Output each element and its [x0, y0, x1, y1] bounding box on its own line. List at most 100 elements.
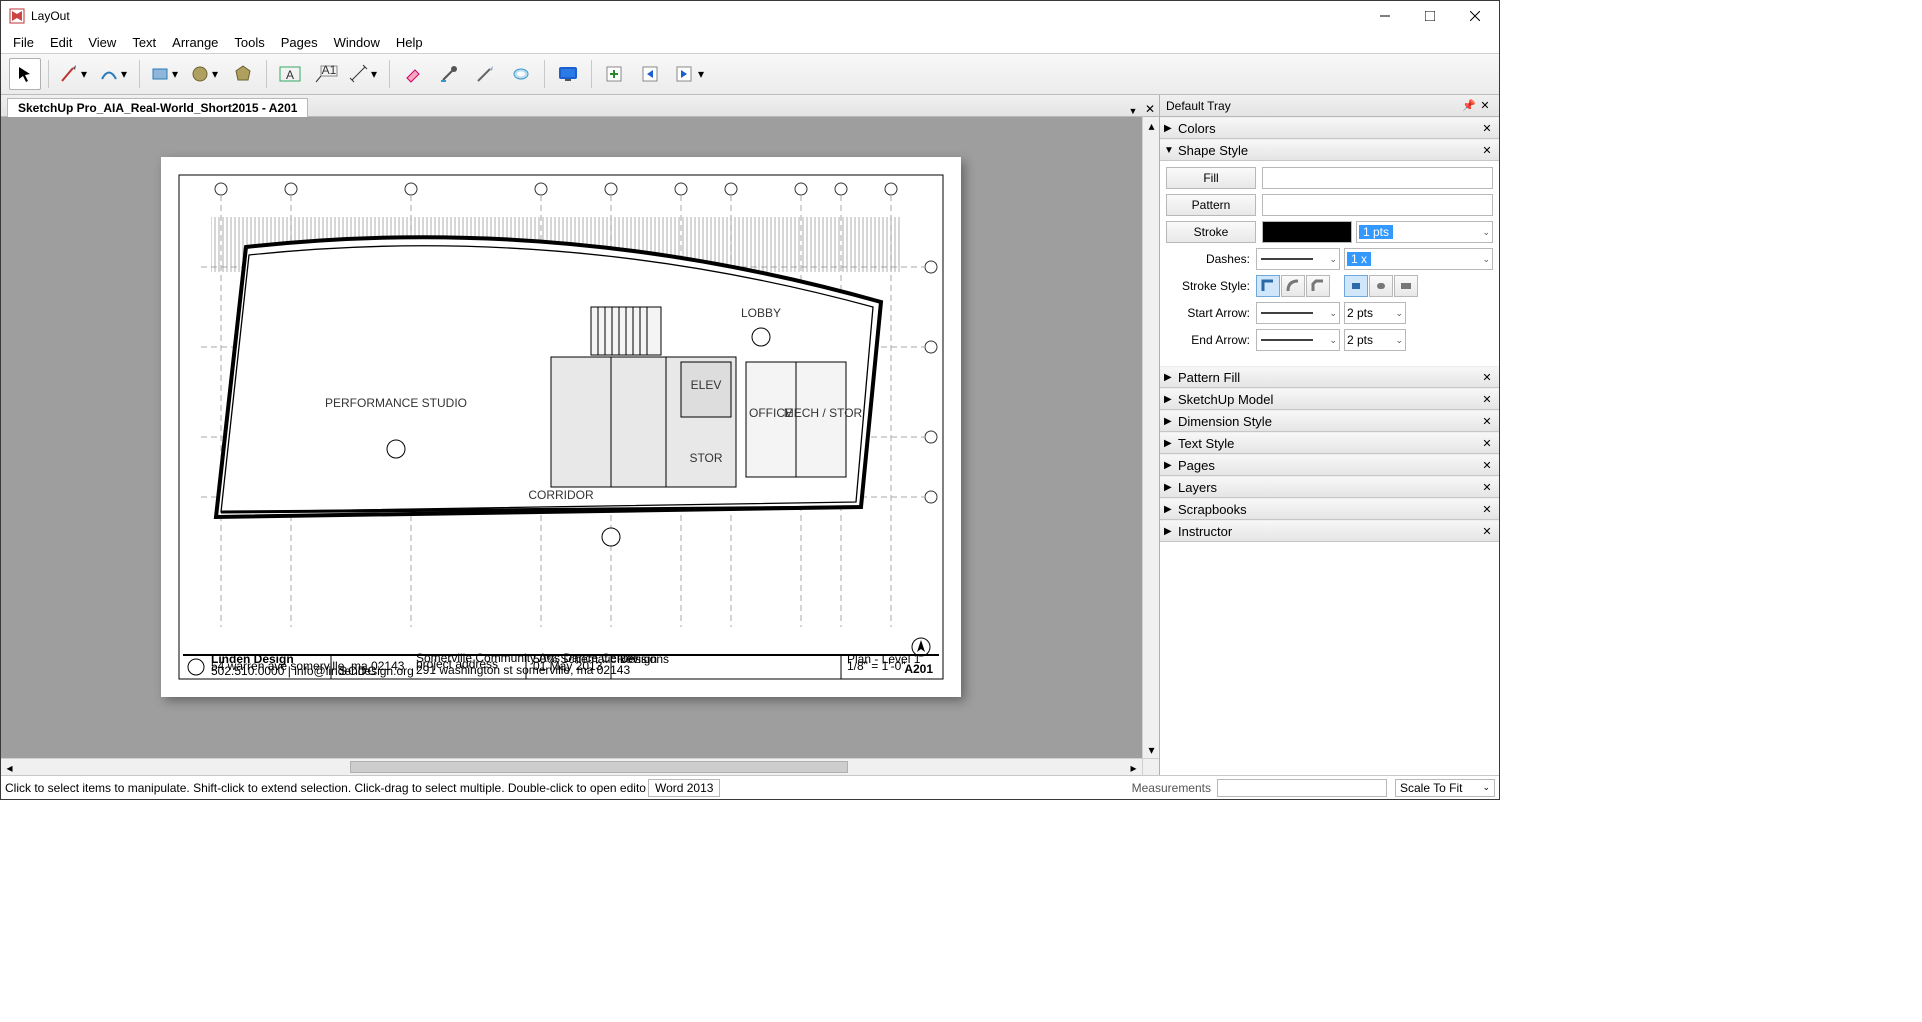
- fill-toggle[interactable]: Fill: [1166, 167, 1256, 189]
- close-button[interactable]: [1452, 1, 1497, 31]
- circle-tool[interactable]: ▾: [187, 58, 223, 90]
- join-tool[interactable]: [505, 58, 537, 90]
- canvas[interactable]: PERFORMANCE STUDIO CORRIDOR STOR ELEV LO…: [1, 117, 1142, 758]
- menu-help[interactable]: Help: [388, 33, 431, 52]
- scroll-down-icon[interactable]: ▾: [1143, 741, 1160, 758]
- stroke-toggle[interactable]: Stroke: [1166, 221, 1256, 243]
- app-icon: [9, 8, 25, 24]
- panel-colors[interactable]: ▶ Colors ✕: [1160, 117, 1499, 139]
- svg-text:A1: A1: [322, 64, 337, 77]
- close-icon[interactable]: ✕: [1479, 481, 1495, 494]
- panel-shape-style[interactable]: ▼ Shape Style ✕: [1160, 139, 1499, 161]
- close-icon[interactable]: ✕: [1479, 437, 1495, 450]
- prev-page-button[interactable]: [635, 58, 667, 90]
- presentation-tool[interactable]: [552, 58, 584, 90]
- stroke-swatch[interactable]: [1262, 221, 1352, 243]
- panel-pattern-fill[interactable]: ▶Pattern Fill✕: [1160, 366, 1499, 388]
- chevron-down-icon: ▾: [81, 67, 89, 81]
- close-icon[interactable]: ✕: [1479, 122, 1495, 135]
- stroke-width-combo[interactable]: 1 pts⌄: [1356, 221, 1493, 243]
- panel-sketchup-model[interactable]: ▶SketchUp Model✕: [1160, 388, 1499, 410]
- tab-close-button[interactable]: ✕: [1141, 102, 1159, 116]
- label-tool[interactable]: A1: [310, 58, 342, 90]
- pattern-swatch[interactable]: [1262, 194, 1493, 216]
- close-icon[interactable]: ✕: [1479, 371, 1495, 384]
- menu-file[interactable]: File: [5, 33, 42, 52]
- menu-arrange[interactable]: Arrange: [164, 33, 226, 52]
- scroll-thumb[interactable]: [350, 761, 848, 773]
- start-arrow-combo[interactable]: ⌄: [1256, 302, 1340, 324]
- menu-pages[interactable]: Pages: [273, 33, 326, 52]
- rectangle-tool[interactable]: ▾: [147, 58, 183, 90]
- pin-icon[interactable]: 📌: [1461, 99, 1477, 112]
- panel-instructor[interactable]: ▶Instructor✕: [1160, 520, 1499, 542]
- close-icon[interactable]: ✕: [1479, 415, 1495, 428]
- scroll-right-icon[interactable]: ▸: [1125, 759, 1142, 776]
- end-arrow-size-combo[interactable]: 2 pts⌄: [1344, 329, 1406, 351]
- horizontal-scrollbar[interactable]: ◂ ▸: [1, 758, 1142, 775]
- tab-list-dropdown[interactable]: ▼: [1125, 106, 1141, 116]
- issue-date: 01 May 2013: [533, 659, 603, 673]
- sheet-scale: 1/8" = 1'-0": [847, 659, 906, 673]
- dimension-tool[interactable]: ▾: [346, 58, 382, 90]
- document-tab[interactable]: SketchUp Pro_AIA_Real-World_Short2015 - …: [7, 98, 308, 117]
- split-tool[interactable]: [469, 58, 501, 90]
- scroll-up-icon[interactable]: ▴: [1143, 117, 1160, 134]
- close-icon[interactable]: ✕: [1477, 99, 1493, 112]
- zoom-combo[interactable]: Scale To Fit⌄: [1395, 779, 1495, 797]
- close-icon[interactable]: ✕: [1479, 393, 1495, 406]
- line-tool[interactable]: ▾: [56, 58, 92, 90]
- menu-bar: File Edit View Text Arrange Tools Pages …: [1, 31, 1499, 53]
- style-tool[interactable]: [433, 58, 465, 90]
- menu-view[interactable]: View: [80, 33, 124, 52]
- maximize-button[interactable]: [1407, 1, 1452, 31]
- panel-text-style[interactable]: ▶Text Style✕: [1160, 432, 1499, 454]
- dashes-label: Dashes:: [1166, 252, 1256, 266]
- room-label: MECH / STOR: [784, 406, 863, 420]
- measurements-input[interactable]: [1217, 779, 1387, 797]
- cap-square-toggle[interactable]: [1394, 275, 1418, 297]
- tooltip-popup: Word 2013: [648, 779, 720, 797]
- svg-text:A: A: [286, 68, 294, 82]
- next-page-button[interactable]: ▾: [671, 58, 709, 90]
- scroll-left-icon[interactable]: ◂: [1, 759, 18, 776]
- default-tray: Default Tray 📌 ✕ ▶ Colors ✕ ▼ Shape Styl…: [1159, 95, 1499, 775]
- menu-window[interactable]: Window: [326, 33, 388, 52]
- menu-edit[interactable]: Edit: [42, 33, 80, 52]
- corner-bevel-toggle[interactable]: [1306, 275, 1330, 297]
- panel-pages[interactable]: ▶Pages✕: [1160, 454, 1499, 476]
- project-title: SCDC: [339, 664, 377, 678]
- panel-scrapbooks[interactable]: ▶Scrapbooks✕: [1160, 498, 1499, 520]
- end-arrow-combo[interactable]: ⌄: [1256, 329, 1340, 351]
- pattern-toggle[interactable]: Pattern: [1166, 194, 1256, 216]
- add-page-button[interactable]: [599, 58, 631, 90]
- drawing-page[interactable]: PERFORMANCE STUDIO CORRIDOR STOR ELEV LO…: [161, 157, 961, 697]
- eraser-tool[interactable]: [397, 58, 429, 90]
- close-icon[interactable]: ✕: [1479, 459, 1495, 472]
- menu-tools[interactable]: Tools: [226, 33, 272, 52]
- cap-flat-toggle[interactable]: [1344, 275, 1368, 297]
- title-bar: LayOut: [1, 1, 1499, 31]
- panel-layers[interactable]: ▶Layers✕: [1160, 476, 1499, 498]
- vertical-scrollbar[interactable]: ▴ ▾: [1142, 117, 1159, 758]
- arc-tool[interactable]: ▾: [96, 58, 132, 90]
- minimize-button[interactable]: [1362, 1, 1407, 31]
- chevron-down-icon: ▾: [212, 67, 220, 81]
- start-arrow-size-combo[interactable]: 2 pts⌄: [1344, 302, 1406, 324]
- close-icon[interactable]: ✕: [1479, 503, 1495, 516]
- close-icon[interactable]: ✕: [1479, 144, 1495, 157]
- dash-style-combo[interactable]: ⌄: [1256, 248, 1340, 270]
- corner-miter-toggle[interactable]: [1256, 275, 1280, 297]
- chevron-down-icon: ▾: [371, 67, 379, 81]
- polygon-tool[interactable]: [227, 58, 259, 90]
- menu-text[interactable]: Text: [124, 33, 164, 52]
- cap-round-toggle[interactable]: [1369, 275, 1393, 297]
- corner-round-toggle[interactable]: [1281, 275, 1305, 297]
- tray-title-bar[interactable]: Default Tray 📌 ✕: [1160, 95, 1499, 117]
- close-icon[interactable]: ✕: [1479, 525, 1495, 538]
- dash-scale-combo[interactable]: 1 x⌄: [1344, 248, 1493, 270]
- panel-dimension-style[interactable]: ▶Dimension Style✕: [1160, 410, 1499, 432]
- fill-swatch[interactable]: [1262, 167, 1493, 189]
- text-tool[interactable]: A: [274, 58, 306, 90]
- select-tool[interactable]: [9, 58, 41, 90]
